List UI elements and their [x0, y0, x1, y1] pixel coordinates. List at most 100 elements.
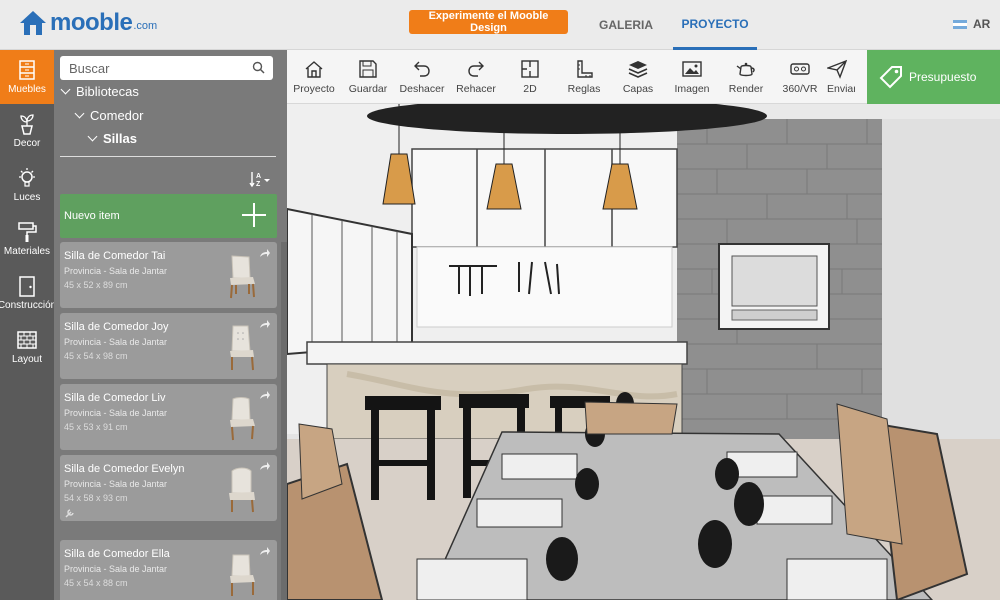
svg-text:A: A — [256, 173, 261, 180]
floppy-icon — [359, 60, 377, 78]
tool-proyecto[interactable]: Proyecto — [287, 50, 341, 104]
wrench-icon[interactable] — [64, 507, 76, 519]
sidebar-label-luces: Luces — [13, 192, 41, 203]
chair-thumbnail — [229, 467, 255, 513]
vr-icon — [790, 63, 810, 75]
chair-thumbnail — [230, 397, 255, 441]
country-selector[interactable]: AR — [953, 17, 990, 31]
sidebar-item-muebles[interactable]: Muebles — [0, 50, 54, 104]
catalog-item-card[interactable]: Silla de Comedor Ella Provincia - Sala d… — [60, 540, 277, 600]
teapot-icon — [736, 62, 755, 77]
dining-room-render[interactable] — [287, 104, 1000, 600]
budget-button[interactable]: Presupuesto — [867, 50, 1000, 104]
search-box[interactable]: Buscar — [60, 56, 273, 80]
category-sidebar: Muebles Decor Luces Materiales Construcc… — [0, 50, 57, 600]
new-item-button[interactable]: Nuevo item — [60, 194, 277, 238]
tool-render[interactable]: Render — [719, 50, 773, 104]
item-dimensions: 45 x 54 x 98 cm — [64, 351, 128, 361]
tree-divider — [60, 156, 276, 157]
share-arrow-icon[interactable] — [259, 390, 271, 400]
item-subtitle: Provincia - Sala de Jantar — [64, 479, 168, 489]
tree-label-comedor: Comedor — [90, 108, 144, 123]
sidebar-item-materiales[interactable]: Materiales — [0, 212, 54, 266]
tool-reglas[interactable]: Reglas — [557, 50, 611, 104]
tree-item-sillas[interactable]: Sillas — [87, 131, 137, 146]
sidebar-item-decor[interactable]: Decor — [0, 104, 54, 158]
item-dimensions: 45 x 54 x 88 cm — [64, 578, 128, 588]
catalog-item-card[interactable]: Silla de Comedor Joy Provincia - Sala de… — [60, 313, 277, 379]
catalog-panel: Buscar Bibliotecas Comedor Sillas A Z Nu… — [54, 50, 287, 600]
search-icon[interactable] — [252, 61, 265, 74]
door-icon — [19, 276, 35, 297]
item-title: Silla de Comedor Evelyn — [64, 463, 185, 475]
lightbulb-icon — [19, 168, 35, 187]
item-subtitle: Provincia - Sala de Jantar — [64, 408, 168, 418]
top-bar: mooble .com Experimente el Mooble Design… — [0, 0, 1000, 50]
tool-label: Reglas — [567, 83, 601, 95]
house-icon — [305, 61, 323, 78]
tool-imagen[interactable]: Imagen — [665, 50, 719, 104]
tree-item-comedor[interactable]: Comedor — [74, 108, 144, 123]
share-arrow-icon[interactable] — [259, 461, 271, 471]
tool-rehacer[interactable]: Rehacer — [449, 50, 503, 104]
tool-2d[interactable]: 2D — [503, 50, 557, 104]
mooble-design-promo-button[interactable]: Experimente el Mooble Design — [409, 10, 568, 34]
sort-icon[interactable]: A Z — [249, 170, 273, 188]
tool-label: Imagen — [674, 83, 710, 95]
sidebar-item-layout[interactable]: Layout — [0, 320, 54, 374]
tool-label: Deshacer — [399, 83, 445, 95]
tool-capas[interactable]: Capas — [611, 50, 665, 104]
brick-wall-icon — [17, 331, 37, 349]
item-title: Silla de Comedor Liv — [64, 392, 166, 404]
item-dimensions: 54 x 58 x 93 cm — [64, 493, 128, 503]
nav-project[interactable]: PROYECTO — [673, 0, 757, 50]
share-arrow-icon[interactable] — [259, 248, 271, 258]
layers-icon — [628, 61, 648, 78]
nav-gallery[interactable]: GALERIA — [590, 0, 662, 50]
tree-label-sillas: Sillas — [103, 131, 137, 146]
search-input[interactable]: Buscar — [69, 61, 109, 76]
tool-label: Proyecto — [293, 83, 335, 95]
glass-railing — [287, 207, 413, 356]
item-dimensions: 45 x 53 x 91 cm — [64, 422, 128, 432]
catalog-item-card[interactable]: Silla de Comedor Liv Provincia - Sala de… — [60, 384, 277, 450]
chevron-down-icon — [74, 108, 85, 119]
tool-label: Rehacer — [456, 83, 496, 95]
sidebar-label-materiales: Materiales — [3, 246, 51, 257]
mooble-logo[interactable]: mooble .com — [18, 8, 157, 38]
catalog-item-card[interactable]: Silla de Comedor Tai Provincia - Sala de… — [60, 242, 277, 308]
sidebar-label-construccion: Construcción — [0, 300, 57, 311]
tree-label-bibliotecas: Bibliotecas — [76, 84, 139, 99]
undo-icon — [414, 61, 430, 77]
upper-cabinets — [411, 148, 678, 248]
logo-suffix: .com — [133, 20, 158, 32]
3d-viewport[interactable] — [287, 104, 1000, 600]
item-title: Silla de Comedor Joy — [64, 321, 169, 333]
sidebar-item-construccion[interactable]: Construcción — [0, 266, 57, 320]
logo-text: mooble — [50, 9, 133, 36]
catalog-item-card[interactable]: Silla de Comedor Evelyn Provincia - Sala… — [60, 455, 277, 521]
ruler-icon — [577, 60, 593, 78]
floorplan-icon — [521, 60, 539, 78]
item-subtitle: Provincia - Sala de Jantar — [64, 564, 168, 574]
tool-360-vr[interactable]: 360/VR — [773, 50, 827, 104]
redo-icon — [468, 61, 484, 77]
sidebar-item-luces[interactable]: Luces — [0, 158, 54, 212]
svg-text:Z: Z — [256, 181, 261, 188]
tool-label: Capas — [622, 83, 654, 95]
tool-guardar[interactable]: Guardar — [341, 50, 395, 104]
sidebar-label-decor: Decor — [13, 138, 41, 149]
tree-item-bibliotecas[interactable]: Bibliotecas — [60, 84, 139, 99]
country-code: AR — [973, 17, 991, 31]
tool-enviar[interactable]: Enviar — [827, 50, 855, 104]
paint-roller-icon — [18, 222, 37, 242]
share-arrow-icon[interactable] — [259, 319, 271, 329]
chair-thumbnail — [230, 554, 255, 596]
share-arrow-icon[interactable] — [259, 546, 271, 556]
budget-label: Presupuesto — [909, 70, 977, 84]
plus-icon — [241, 202, 267, 228]
tool-deshacer[interactable]: Deshacer — [395, 50, 449, 104]
tool-label: 360/VR — [782, 83, 818, 95]
price-tag-icon — [879, 66, 902, 89]
tool-label: Guardar — [348, 83, 388, 95]
